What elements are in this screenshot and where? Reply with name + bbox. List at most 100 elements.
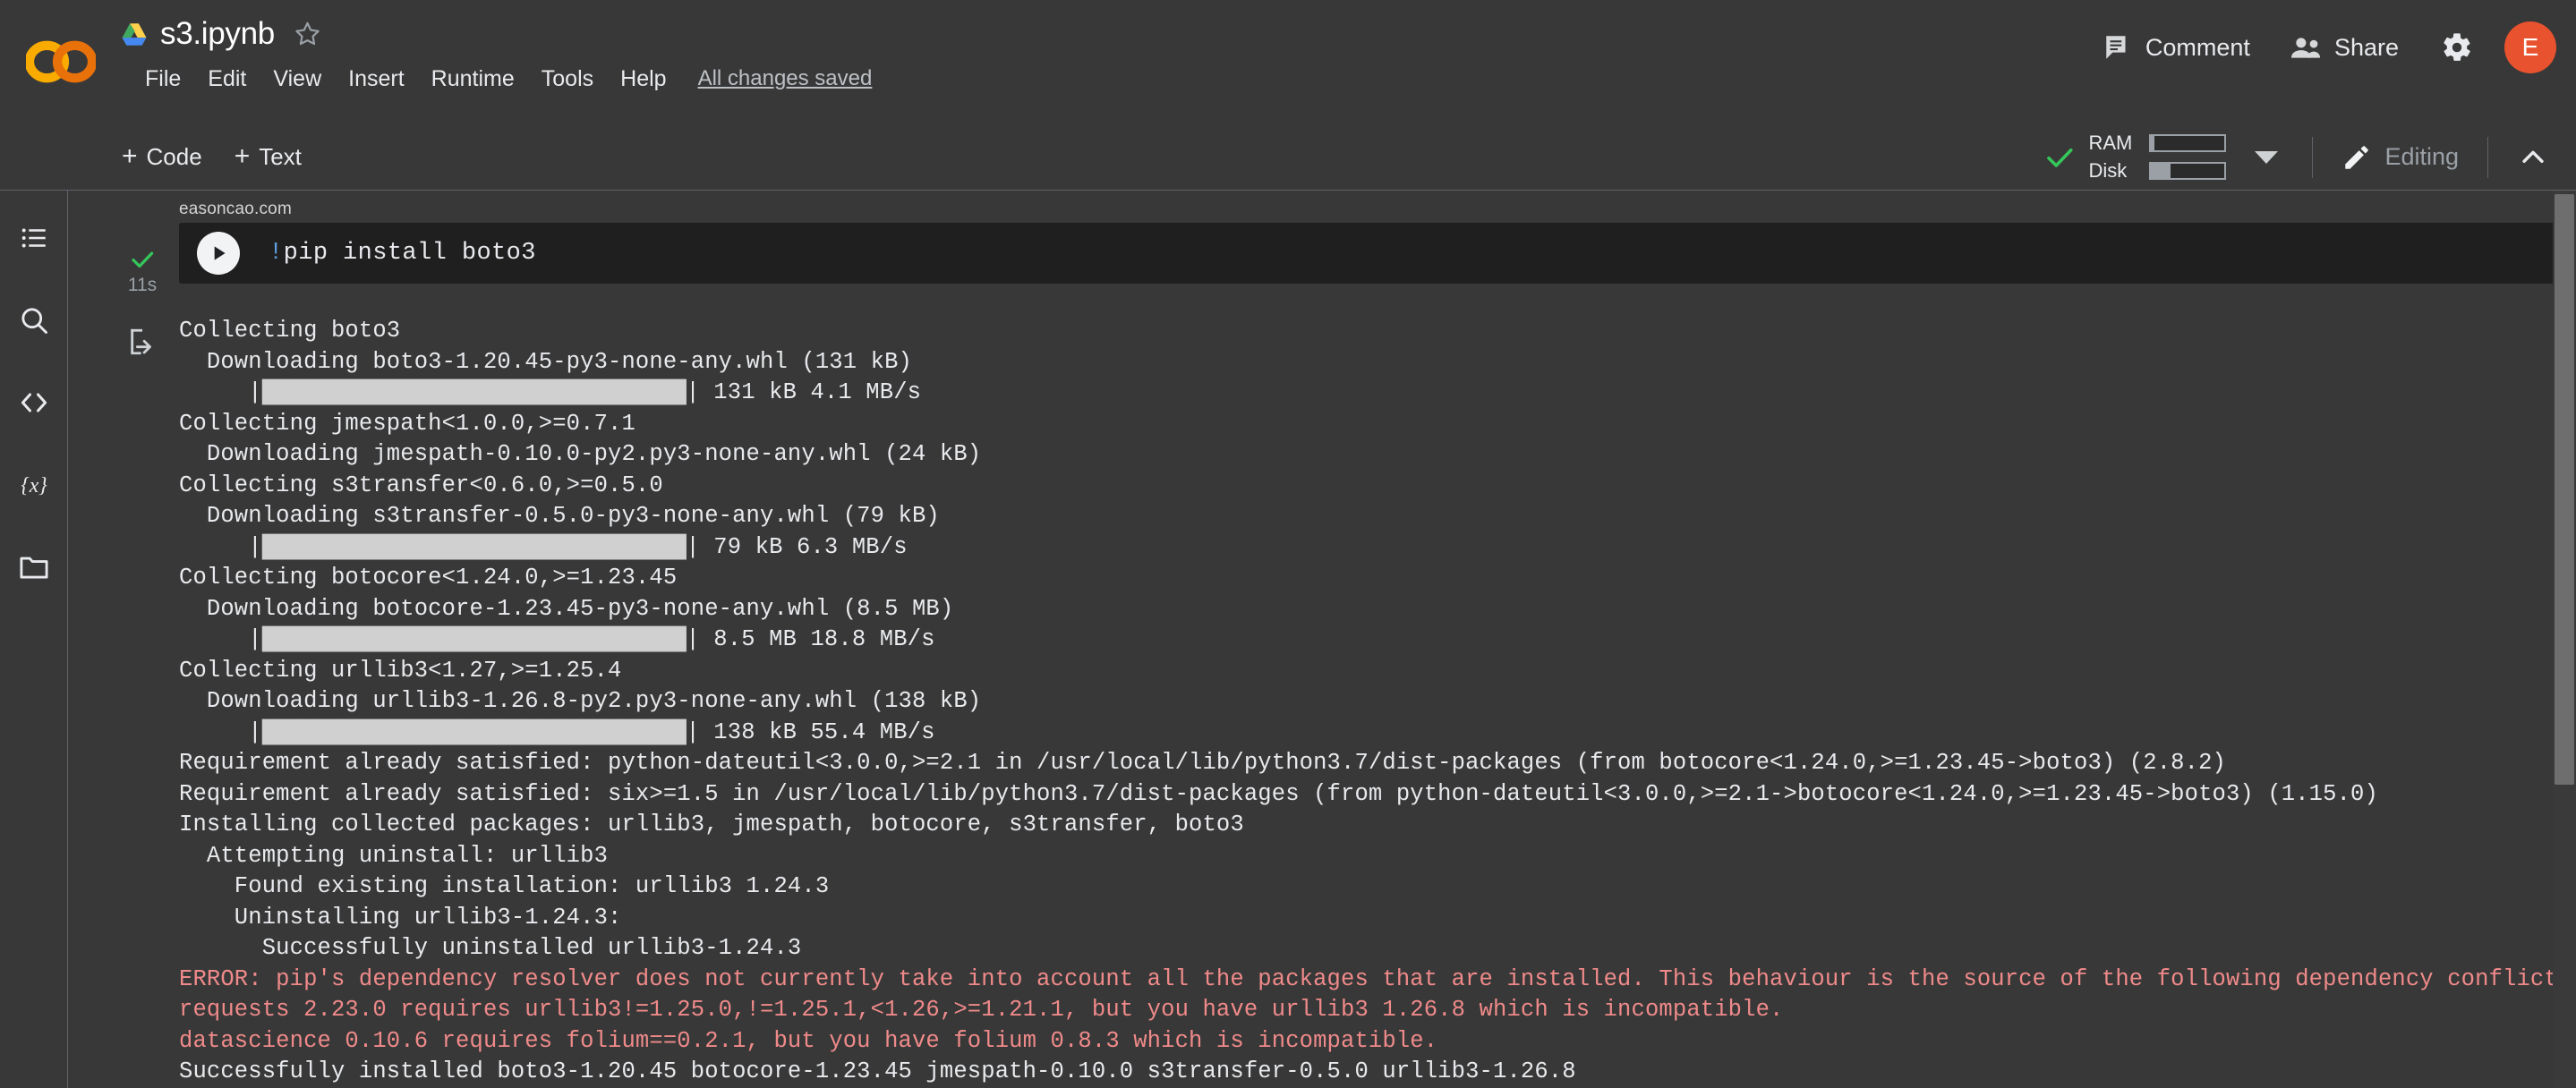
menu-item-view[interactable]: View — [260, 63, 335, 96]
output-line: Collecting botocore<1.24.0,>=1.23.45 — [179, 563, 2576, 594]
output-line: Downloading boto3-1.20.45-py3-none-any.w… — [179, 347, 2576, 378]
cell-output-row: Collecting boto3 Downloading boto3-1.20.… — [106, 316, 2576, 1088]
header-actions: Comment Share E — [2083, 20, 2556, 75]
run-cell-button[interactable] — [197, 232, 240, 275]
output-line: Attempting uninstall: urllib3 — [179, 841, 2576, 872]
pencil-icon — [2341, 142, 2372, 173]
output-arrow-icon — [127, 327, 158, 357]
colab-logo[interactable] — [0, 0, 121, 123]
output-line: Requirement already satisfied: python-da… — [179, 748, 2576, 779]
add-text-plus-icon: + — [235, 143, 251, 170]
menu-item-insert[interactable]: Insert — [335, 63, 418, 96]
cell-exec-time: 11s — [128, 275, 157, 296]
settings-button[interactable] — [2429, 20, 2485, 75]
output-line: |████████████████████████████████| 131 k… — [179, 378, 2576, 409]
cell-success-check-icon — [129, 246, 156, 273]
output-line: Requirement already satisfied: six>=1.5 … — [179, 779, 2576, 811]
code-bang-token: ! — [269, 240, 284, 267]
menu-bar: File Edit View Insert Runtime Tools Help… — [121, 56, 877, 101]
comment-label: Comment — [2145, 34, 2250, 62]
output-line: Installing collected packages: urllib3, … — [179, 810, 2576, 841]
code-editor[interactable]: !pip install boto3 — [269, 240, 536, 267]
file-title-row: s3.ipynb — [121, 12, 877, 56]
menu-item-tools[interactable]: Tools — [528, 63, 607, 96]
sidebar-item-code-snippets[interactable] — [6, 375, 62, 430]
output-line: Collecting jmespath<1.0.0,>=0.7.1 — [179, 409, 2576, 440]
disk-bar-fill — [2151, 164, 2170, 178]
play-icon — [207, 242, 230, 265]
ram-bar — [2149, 134, 2226, 152]
progress-bar-fill: ████████████████████████████████ — [262, 534, 687, 560]
star-icon[interactable] — [293, 20, 322, 49]
add-text-label: Text — [259, 143, 302, 171]
save-status[interactable]: All changes saved — [693, 63, 878, 95]
cell-output-text: Collecting boto3 Downloading boto3-1.20.… — [179, 316, 2576, 1088]
workspace: {x} easoncao.com 11s — [0, 191, 2576, 1088]
output-line: datascience 0.10.6 requires folium==0.2.… — [179, 1026, 2576, 1058]
output-line: Collecting boto3 — [179, 316, 2576, 347]
variables-icon: {x} — [17, 468, 51, 502]
vertical-scrollbar-track[interactable] — [2553, 191, 2576, 1088]
menu-item-edit[interactable]: Edit — [194, 63, 260, 96]
add-code-plus-icon: + — [122, 143, 138, 170]
ram-meter-row: RAM — [2088, 132, 2226, 155]
app-header: s3.ipynb File Edit View Insert Runtime T… — [0, 0, 2576, 123]
output-line: Uninstalling urllib3-1.24.3: — [179, 903, 2576, 934]
drive-icon — [121, 22, 148, 47]
title-block: s3.ipynb File Edit View Insert Runtime T… — [121, 0, 877, 101]
progress-bar-fill: ████████████████████████████████ — [262, 719, 687, 745]
output-line: |████████████████████████████████| 138 k… — [179, 718, 2576, 749]
toolbar-divider-1 — [2312, 137, 2313, 178]
code-body-token: pip install boto3 — [284, 240, 536, 267]
menu-item-runtime[interactable]: Runtime — [418, 63, 528, 96]
cell-gutter: 11s — [106, 223, 179, 296]
notebook-toolbar: + Code + Text RAM Disk — [0, 123, 2576, 191]
comment-button[interactable]: Comment — [2083, 23, 2270, 72]
add-code-cell-button[interactable]: + Code — [106, 136, 218, 178]
add-code-label: Code — [147, 143, 202, 171]
ram-label: RAM — [2088, 132, 2138, 155]
code-cell[interactable]: !pip install boto3 — [179, 223, 2574, 284]
output-line: Successfully uninstalled urllib3-1.24.3 — [179, 933, 2576, 965]
output-line: Downloading jmespath-0.10.0-py2.py3-none… — [179, 439, 2576, 471]
disk-bar — [2149, 162, 2226, 180]
ram-bar-fill — [2151, 136, 2154, 150]
output-line: Downloading botocore-1.23.45-py3-none-an… — [179, 594, 2576, 625]
svg-text:{x}: {x} — [21, 474, 47, 497]
output-line: |████████████████████████████████| 8.5 M… — [179, 625, 2576, 656]
avatar[interactable]: E — [2504, 21, 2556, 73]
collapse-toolbar-button[interactable] — [2508, 132, 2558, 183]
gear-icon — [2441, 31, 2473, 64]
share-label: Share — [2334, 34, 2399, 62]
vertical-scrollbar-thumb[interactable] — [2555, 194, 2574, 785]
add-text-cell-button[interactable]: + Text — [218, 136, 318, 178]
chevron-down-icon[interactable] — [2255, 151, 2278, 164]
menu-item-help[interactable]: Help — [607, 63, 679, 96]
editing-mode-button[interactable]: Editing — [2327, 135, 2473, 180]
notebook-content: easoncao.com 11s !pip install boto3 — [68, 191, 2576, 1088]
code-cell-row: 11s !pip install boto3 — [106, 223, 2576, 296]
sidebar-item-search[interactable] — [6, 293, 62, 348]
output-line: Collecting urllib3<1.27,>=1.25.4 — [179, 656, 2576, 687]
files-icon — [18, 552, 50, 582]
output-line: Found existing installation: urllib3 1.2… — [179, 871, 2576, 903]
check-icon — [2043, 141, 2076, 174]
sidebar-item-table-of-contents[interactable] — [6, 210, 62, 266]
left-sidebar: {x} — [0, 191, 68, 1088]
menu-item-file[interactable]: File — [132, 63, 194, 96]
output-line: ERROR: pip's dependency resolver does no… — [179, 965, 2576, 996]
toolbar-right-group: RAM Disk Editing — [2031, 123, 2558, 191]
resource-meters: RAM Disk — [2088, 132, 2226, 183]
chevron-up-icon — [2518, 142, 2548, 173]
share-button[interactable]: Share — [2270, 25, 2418, 71]
sidebar-item-variables[interactable]: {x} — [6, 457, 62, 513]
output-line: Collecting s3transfer<0.6.0,>=0.5.0 — [179, 471, 2576, 502]
output-line: Downloading s3transfer-0.5.0-py3-none-an… — [179, 501, 2576, 532]
output-line: Successfully installed boto3-1.20.45 bot… — [179, 1057, 2576, 1088]
resource-usage-button[interactable]: RAM Disk — [2031, 128, 2298, 186]
output-line: Downloading urllib3-1.26.8-py2.py3-none-… — [179, 686, 2576, 718]
file-name[interactable]: s3.ipynb — [160, 16, 275, 52]
colab-logo-glyph — [26, 38, 96, 85]
toolbar-divider-2 — [2487, 137, 2488, 178]
sidebar-item-files[interactable] — [6, 540, 62, 595]
